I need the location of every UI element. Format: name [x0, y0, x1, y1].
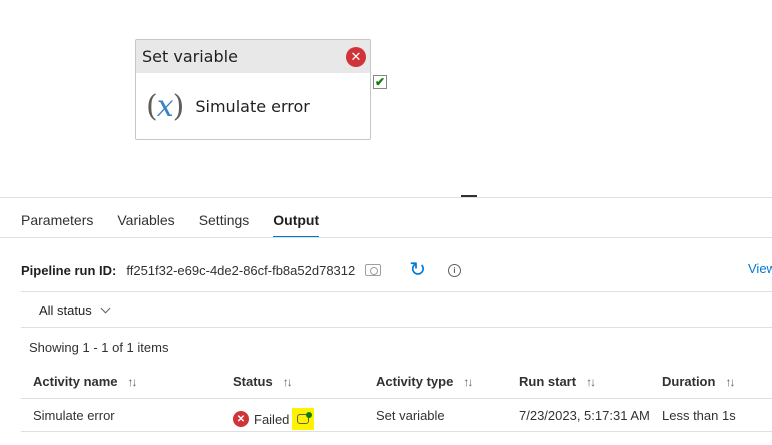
status-filter-dropdown[interactable]: All status [39, 303, 111, 318]
sort-icon: ↑↓ [282, 374, 293, 389]
column-header-activity-name[interactable]: Activity name ↑↓ [33, 374, 138, 389]
run-row-divider [21, 291, 772, 292]
tab-settings[interactable]: Settings [187, 210, 262, 238]
tab-output[interactable]: Output [261, 210, 331, 238]
column-header-status[interactable]: Status ↑↓ [233, 374, 293, 389]
cell-activity-name[interactable]: Simulate error [33, 408, 115, 423]
sort-icon: ↑↓ [586, 374, 596, 389]
copy-icon[interactable] [365, 264, 382, 276]
activity-node[interactable]: Set variable ✕ (x) Simulate error [135, 39, 371, 140]
error-details-icon[interactable] [292, 408, 315, 430]
cell-run-start: 7/23/2023, 5:17:31 AM [519, 408, 650, 423]
success-output-port[interactable]: ✔ [373, 75, 387, 89]
column-header-activity-type[interactable]: Activity type ↑↓ [376, 374, 473, 389]
table-row-divider [21, 431, 772, 432]
pipeline-run-row: Pipeline run ID: ff251f32-e69c-4de2-86cf… [21, 258, 772, 282]
run-id-label: Pipeline run ID: [21, 262, 117, 278]
column-header-run-start[interactable]: Run start ↑↓ [519, 374, 596, 389]
variable-icon: (x) [146, 88, 184, 124]
sort-icon: ↑↓ [127, 374, 138, 389]
tabs-divider [0, 237, 772, 238]
checkmark-icon: ✔ [374, 75, 386, 89]
table-header-divider [21, 398, 772, 399]
cell-duration: Less than 1s [662, 408, 736, 423]
activity-body: (x) Simulate error [136, 73, 370, 139]
activity-type-label: Set variable [142, 47, 238, 66]
status-text: Failed [254, 411, 290, 427]
tab-variables[interactable]: Variables [105, 210, 186, 238]
panel-divider [0, 197, 772, 198]
sort-icon: ↑↓ [725, 374, 735, 389]
refresh-icon[interactable]: ↻ [409, 260, 426, 280]
sort-icon: ↑↓ [463, 374, 473, 389]
info-icon[interactable]: i [448, 263, 461, 277]
activity-name: Simulate error [195, 96, 310, 116]
run-id-value: ff251f32-e69c-4de2-86cf-fb8a52d78312 [126, 262, 356, 278]
view-details-link[interactable]: View de [748, 261, 772, 276]
error-icon[interactable]: ✕ [346, 47, 366, 67]
status-filter-label: All status [39, 303, 92, 318]
filter-divider [21, 327, 772, 328]
pipeline-canvas: Set variable ✕ (x) Simulate error ✔ [0, 0, 772, 197]
cell-activity-type: Set variable [376, 408, 445, 423]
tab-parameters[interactable]: Parameters [0, 210, 105, 238]
activity-header: Set variable ✕ [136, 40, 370, 73]
properties-tabs: Parameters Variables Settings Output [0, 210, 772, 238]
cell-status: ✕ Failed [233, 408, 315, 430]
column-header-duration[interactable]: Duration ↑↓ [662, 374, 735, 389]
items-summary: Showing 1 - 1 of 1 items [29, 340, 169, 355]
failed-status-icon: ✕ [233, 411, 249, 427]
chevron-down-icon [100, 303, 111, 314]
